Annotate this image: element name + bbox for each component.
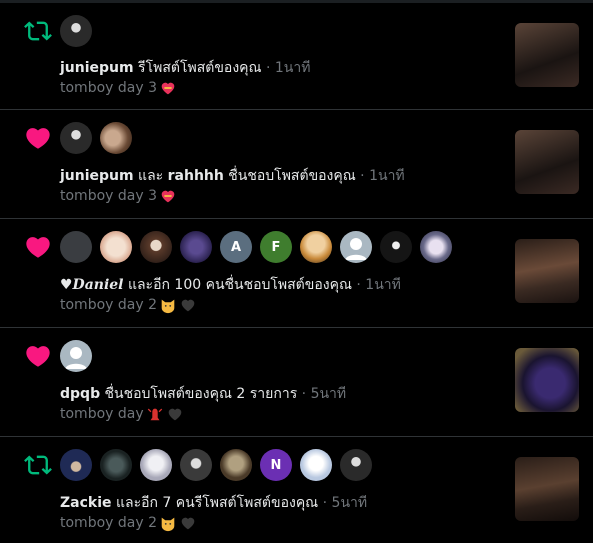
default-avatar-icon[interactable] (60, 340, 92, 372)
avatar-group: N (60, 449, 372, 481)
repost-icon (24, 17, 52, 45)
avatar-group: A F (60, 231, 452, 263)
post-thumbnail[interactable] (515, 23, 579, 87)
avatar-group (60, 122, 132, 154)
avatar[interactable]: A (220, 231, 252, 263)
lobster-emoji-icon (147, 408, 162, 421)
post-preview: tomboy day 2 (60, 296, 197, 314)
avatar[interactable] (60, 449, 92, 481)
heart-ribbon-emoji-icon (161, 190, 175, 203)
avatar[interactable] (300, 449, 332, 481)
black-heart-emoji-icon (168, 408, 181, 421)
avatar[interactable] (140, 231, 172, 263)
avatar[interactable] (420, 231, 452, 263)
user-name[interactable]: dpqb (60, 386, 100, 402)
cat-face-emoji-icon (161, 299, 175, 314)
timestamp: · 1นาที (355, 168, 405, 184)
avatar[interactable] (100, 231, 132, 263)
avatar[interactable] (60, 122, 92, 154)
heart-icon (24, 233, 52, 261)
black-heart-emoji-icon (181, 299, 195, 312)
notification-text: ♥𝑫𝒂𝒏𝒊𝒆𝒍 และอีก 100 คนชื่นชอบโพสต์ของคุณ … (60, 277, 401, 293)
heart-icon (24, 342, 52, 370)
heart-icon (24, 124, 52, 152)
heart-ribbon-emoji-icon (161, 82, 175, 95)
post-preview: tomboy day 3 (60, 79, 177, 97)
post-preview: tomboy day (60, 405, 184, 423)
avatar[interactable] (380, 231, 412, 263)
post-thumbnail[interactable] (515, 239, 579, 303)
post-thumbnail[interactable] (515, 130, 579, 194)
notification-item[interactable]: dpqb ชื่นชอบโพสต์ของคุณ 2 รายการ · 5นาที… (0, 328, 593, 437)
avatar[interactable] (140, 449, 172, 481)
timestamp: · 1นาที (261, 60, 311, 76)
post-thumbnail[interactable] (515, 348, 579, 412)
avatar-group (60, 340, 92, 372)
notification-text: dpqb ชื่นชอบโพสต์ของคุณ 2 รายการ · 5นาที (60, 386, 347, 402)
timestamp: · 5นาที (297, 386, 347, 402)
user-name[interactable]: rahhhh (168, 168, 224, 184)
avatar[interactable] (100, 449, 132, 481)
avatar[interactable] (100, 122, 132, 154)
black-heart-emoji-icon (181, 517, 195, 530)
notifications-feed: juniepum รีโพสต์โพสต์ของคุณ · 1นาที tomb… (0, 3, 593, 543)
post-thumbnail[interactable] (515, 457, 579, 521)
avatar-group (60, 15, 92, 47)
avatar[interactable] (340, 449, 372, 481)
avatar[interactable] (60, 231, 92, 263)
post-preview: tomboy day 2 (60, 514, 197, 532)
avatar[interactable] (180, 449, 212, 481)
avatar[interactable] (60, 15, 92, 47)
notification-text: Zackie และอีก 7 คนรีโพสต์โพสต์ของคุณ · 5… (60, 495, 368, 511)
avatar[interactable]: N (260, 449, 292, 481)
notification-text: juniepum และ rahhhh ชื่นชอบโพสต์ของคุณ ·… (60, 168, 405, 184)
post-preview: tomboy day 3 (60, 187, 177, 205)
user-name[interactable]: ♥𝑫𝒂𝒏𝒊𝒆𝒍 (60, 277, 124, 293)
notification-item[interactable]: juniepum และ rahhhh ชื่นชอบโพสต์ของคุณ ·… (0, 110, 593, 219)
notification-item[interactable]: juniepum รีโพสต์โพสต์ของคุณ · 1นาที tomb… (0, 3, 593, 110)
repost-icon (24, 451, 52, 479)
user-name[interactable]: juniepum (60, 60, 134, 76)
timestamp: · 1นาที (351, 277, 401, 293)
user-name[interactable]: juniepum (60, 168, 134, 184)
notification-item[interactable]: N Zackie และอีก 7 คนรีโพสต์โพสต์ของคุณ ·… (0, 437, 593, 543)
default-avatar-icon[interactable] (340, 231, 372, 263)
avatar[interactable]: F (260, 231, 292, 263)
timestamp: · 5นาที (318, 495, 368, 511)
cat-face-emoji-icon (161, 517, 175, 532)
avatar[interactable] (220, 449, 252, 481)
avatar[interactable] (180, 231, 212, 263)
avatar[interactable] (300, 231, 332, 263)
notification-item[interactable]: A F ♥𝑫𝒂𝒏𝒊𝒆𝒍 และอีก 100 คนชื่นชอบโพสต์ของ… (0, 219, 593, 328)
notification-text: juniepum รีโพสต์โพสต์ของคุณ · 1นาที (60, 60, 311, 76)
user-name[interactable]: Zackie (60, 495, 112, 511)
